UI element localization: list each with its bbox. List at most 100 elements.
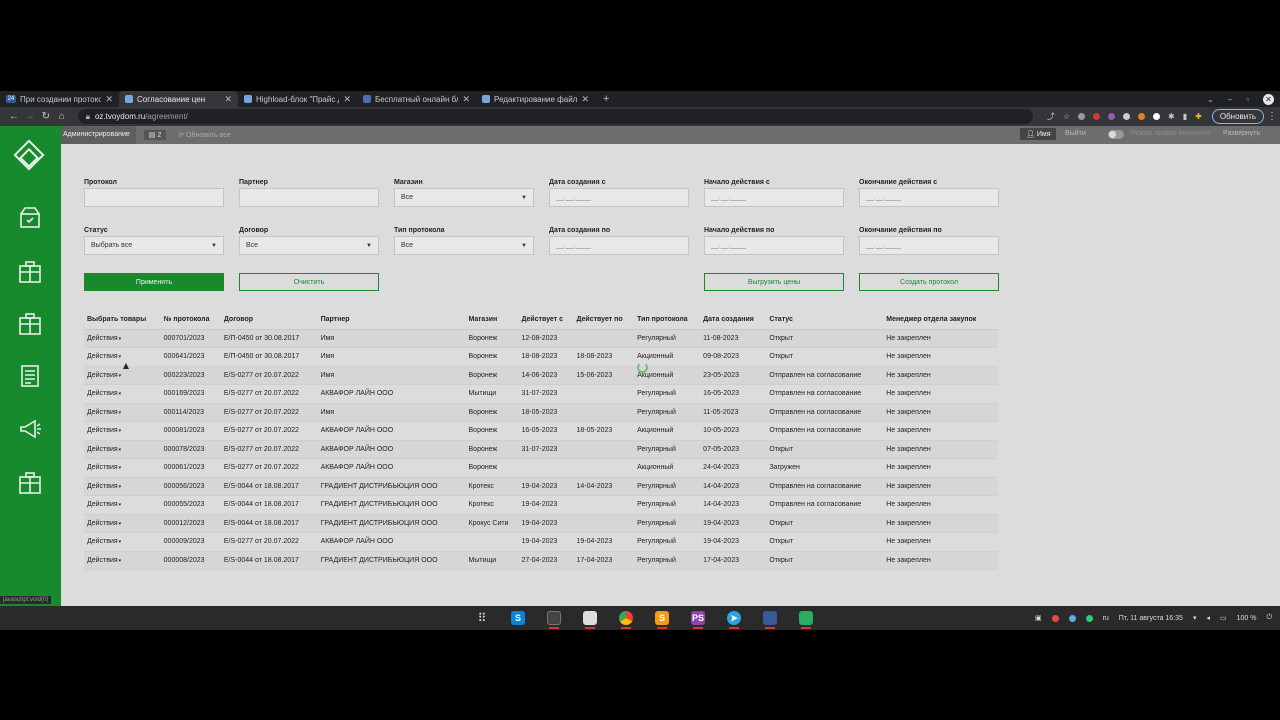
table-row[interactable]: Действия000056/2023Е/S-0044 от 18.08.201… xyxy=(84,477,998,496)
minimize-icon[interactable]: – xyxy=(1228,95,1232,104)
table-row[interactable]: Действия000114/2023Е/S-0277 от 20.07.202… xyxy=(84,403,998,422)
table-row[interactable]: Действия000169/2023Е/S-0277 от 20.07.202… xyxy=(84,384,998,404)
created-from-input[interactable]: __.__.____ xyxy=(549,188,689,207)
browser-update-button[interactable]: Обновить xyxy=(1211,109,1265,124)
share-icon[interactable]: ⤴ xyxy=(1047,111,1055,122)
cloud-icon[interactable] xyxy=(1068,614,1076,622)
table-row[interactable]: Действия000009/2023Е/S-0277 от 20.07.202… xyxy=(84,532,998,552)
export-prices-button[interactable]: Выгрузить цены xyxy=(704,273,844,291)
chrome-icon[interactable] xyxy=(616,609,636,629)
spreadsheet-icon[interactable] xyxy=(796,609,816,629)
close-tab-icon[interactable]: ✕ xyxy=(343,94,351,105)
volume-icon[interactable]: ◂ xyxy=(1206,614,1210,622)
partner-filter-input[interactable] xyxy=(239,188,379,207)
table-row[interactable]: Действия000055/2023Е/S-0044 от 18.08.201… xyxy=(84,495,998,515)
expand-link[interactable]: Развернуть xyxy=(1223,130,1260,137)
extension-icon[interactable] xyxy=(1153,113,1161,120)
power-icon[interactable]: ⏻ xyxy=(1266,614,1272,622)
close-window-icon[interactable]: ✕ xyxy=(1263,93,1274,105)
table-row[interactable]: Действия000081/2023Е/S-0277 от 20.07.202… xyxy=(84,421,998,441)
browser-tab[interactable]: Бесплатный онлайн бло ✕ xyxy=(357,91,476,107)
logout-link[interactable]: Выйти xyxy=(1065,130,1086,137)
keyboard-layout[interactable]: ru xyxy=(1103,615,1109,622)
start-to-input[interactable]: __.__.____ xyxy=(704,236,844,255)
phpstorm-icon[interactable]: PS xyxy=(688,609,708,629)
clock[interactable]: Пт, 11 августа 16:35 xyxy=(1119,615,1183,622)
sublime-icon[interactable]: S xyxy=(652,609,672,629)
contract-filter-select[interactable]: Все ▼ xyxy=(239,236,379,255)
notifications-badge[interactable]: ▤ 2 xyxy=(143,130,167,140)
store-filter-select[interactable]: Все ▼ xyxy=(394,188,534,207)
table-row[interactable]: Действия000701/2023Е/П-0450 от 30.08.201… xyxy=(84,329,998,348)
maximize-icon[interactable]: ▫ xyxy=(1246,95,1249,104)
actions-dropdown[interactable]: Действия xyxy=(84,551,161,570)
table-row[interactable]: Действия000061/2023Е/S-0277 от 20.07.202… xyxy=(84,458,998,478)
document-icon[interactable] xyxy=(18,364,42,388)
create-protocol-button[interactable]: Создать протокол xyxy=(859,273,999,291)
actions-dropdown[interactable]: Действия xyxy=(84,384,161,404)
profile-icon[interactable]: ✚ xyxy=(1195,112,1202,121)
extension-icon[interactable] xyxy=(1123,113,1131,120)
user-button[interactable]: 👤︎ Имя xyxy=(1020,128,1057,140)
url-field[interactable]: 🔒︎ oz.tvoydom.ru/agreement/ xyxy=(77,109,1033,124)
forward-icon[interactable]: → xyxy=(22,111,38,122)
extension-icon[interactable] xyxy=(1093,113,1101,120)
actions-dropdown[interactable]: Действия xyxy=(84,458,161,478)
actions-dropdown[interactable]: Действия xyxy=(84,329,161,348)
app-launcher-icon[interactable]: ⠿ xyxy=(472,609,492,627)
extension-icon[interactable] xyxy=(1078,113,1086,120)
files-icon[interactable] xyxy=(580,609,600,629)
actions-dropdown[interactable]: Действия xyxy=(84,403,161,422)
actions-dropdown[interactable]: Действия xyxy=(84,532,161,552)
checklist-box-icon[interactable] xyxy=(18,205,42,229)
browser-tab-active[interactable]: Согласование цен ✕ xyxy=(119,91,238,107)
terminal-icon[interactable] xyxy=(544,609,564,629)
record-icon[interactable] xyxy=(1051,614,1059,622)
admin-link[interactable]: Администрирование xyxy=(61,126,136,144)
actions-dropdown[interactable]: Действия xyxy=(84,477,161,496)
table-row[interactable]: Действия000012/2023Е/S-0044 от 18.08.201… xyxy=(84,514,998,533)
battery-icon[interactable]: ▭ xyxy=(1220,614,1227,622)
box-price-icon[interactable] xyxy=(18,260,42,284)
table-row[interactable]: Действия000078/2023Е/S-0277 от 20.07.202… xyxy=(84,440,998,459)
table-row[interactable]: Действия000008/2023Е/S-0044 от 18.08.201… xyxy=(84,551,998,570)
puzzle-icon[interactable]: ✱ xyxy=(1168,112,1175,121)
close-tab-icon[interactable]: ✕ xyxy=(105,94,113,105)
logo-icon[interactable] xyxy=(13,139,45,171)
shield-icon[interactable] xyxy=(1085,614,1093,622)
extension-icon[interactable] xyxy=(1108,113,1116,120)
status-filter-select[interactable]: Выбрать все ▼ xyxy=(84,236,224,255)
browser-tab[interactable]: 24 При создании протокола✕ xyxy=(0,91,119,107)
actions-dropdown[interactable]: Действия xyxy=(84,440,161,459)
screenshot-icon[interactable]: ▣ xyxy=(1035,614,1042,622)
protocol-filter-input[interactable] xyxy=(84,188,224,207)
close-tab-icon[interactable]: ✕ xyxy=(462,94,470,105)
close-tab-icon[interactable]: ✕ xyxy=(581,94,589,105)
box-catalog-icon[interactable] xyxy=(18,312,42,336)
browser-tab[interactable]: Редактирование файла ✕ xyxy=(476,91,595,107)
clear-button[interactable]: Очистить xyxy=(239,273,379,291)
new-tab-icon[interactable]: + xyxy=(603,93,609,105)
extension-icon[interactable] xyxy=(1138,113,1146,120)
sidepanel-icon[interactable]: ▮ xyxy=(1183,112,1187,121)
actions-dropdown[interactable]: Действия xyxy=(84,421,161,441)
protocol-type-select[interactable]: Все ▼ xyxy=(394,236,534,255)
bookmark-star-icon[interactable]: ☆ xyxy=(1063,112,1070,121)
box-stock-icon[interactable] xyxy=(18,471,42,495)
reload-icon[interactable]: ↻ xyxy=(38,111,54,122)
created-to-input[interactable]: __.__.____ xyxy=(549,236,689,255)
telegram-icon[interactable]: ➤ xyxy=(724,609,744,629)
skype-icon[interactable]: S xyxy=(508,609,528,627)
apply-button[interactable]: Применить xyxy=(84,273,224,291)
start-from-input[interactable]: __.__.____ xyxy=(704,188,844,207)
end-to-input[interactable]: __.__.____ xyxy=(859,236,999,255)
refresh-all-button[interactable]: ⟳ Обновить все xyxy=(178,131,231,139)
actions-dropdown[interactable]: Действия xyxy=(84,495,161,515)
wifi-icon[interactable]: ▾ xyxy=(1193,614,1197,622)
browser-tab[interactable]: Highload-блок "Прайс д ✕ xyxy=(238,91,357,107)
actions-dropdown[interactable]: Действия xyxy=(84,514,161,533)
table-row[interactable]: Действия000641/2023Е/П-0450 от 30.08.201… xyxy=(84,347,998,367)
end-from-input[interactable]: __.__.____ xyxy=(859,188,999,207)
tab-search-icon[interactable]: ⌄ xyxy=(1207,95,1214,104)
edit-mode-toggle[interactable] xyxy=(1108,130,1124,139)
